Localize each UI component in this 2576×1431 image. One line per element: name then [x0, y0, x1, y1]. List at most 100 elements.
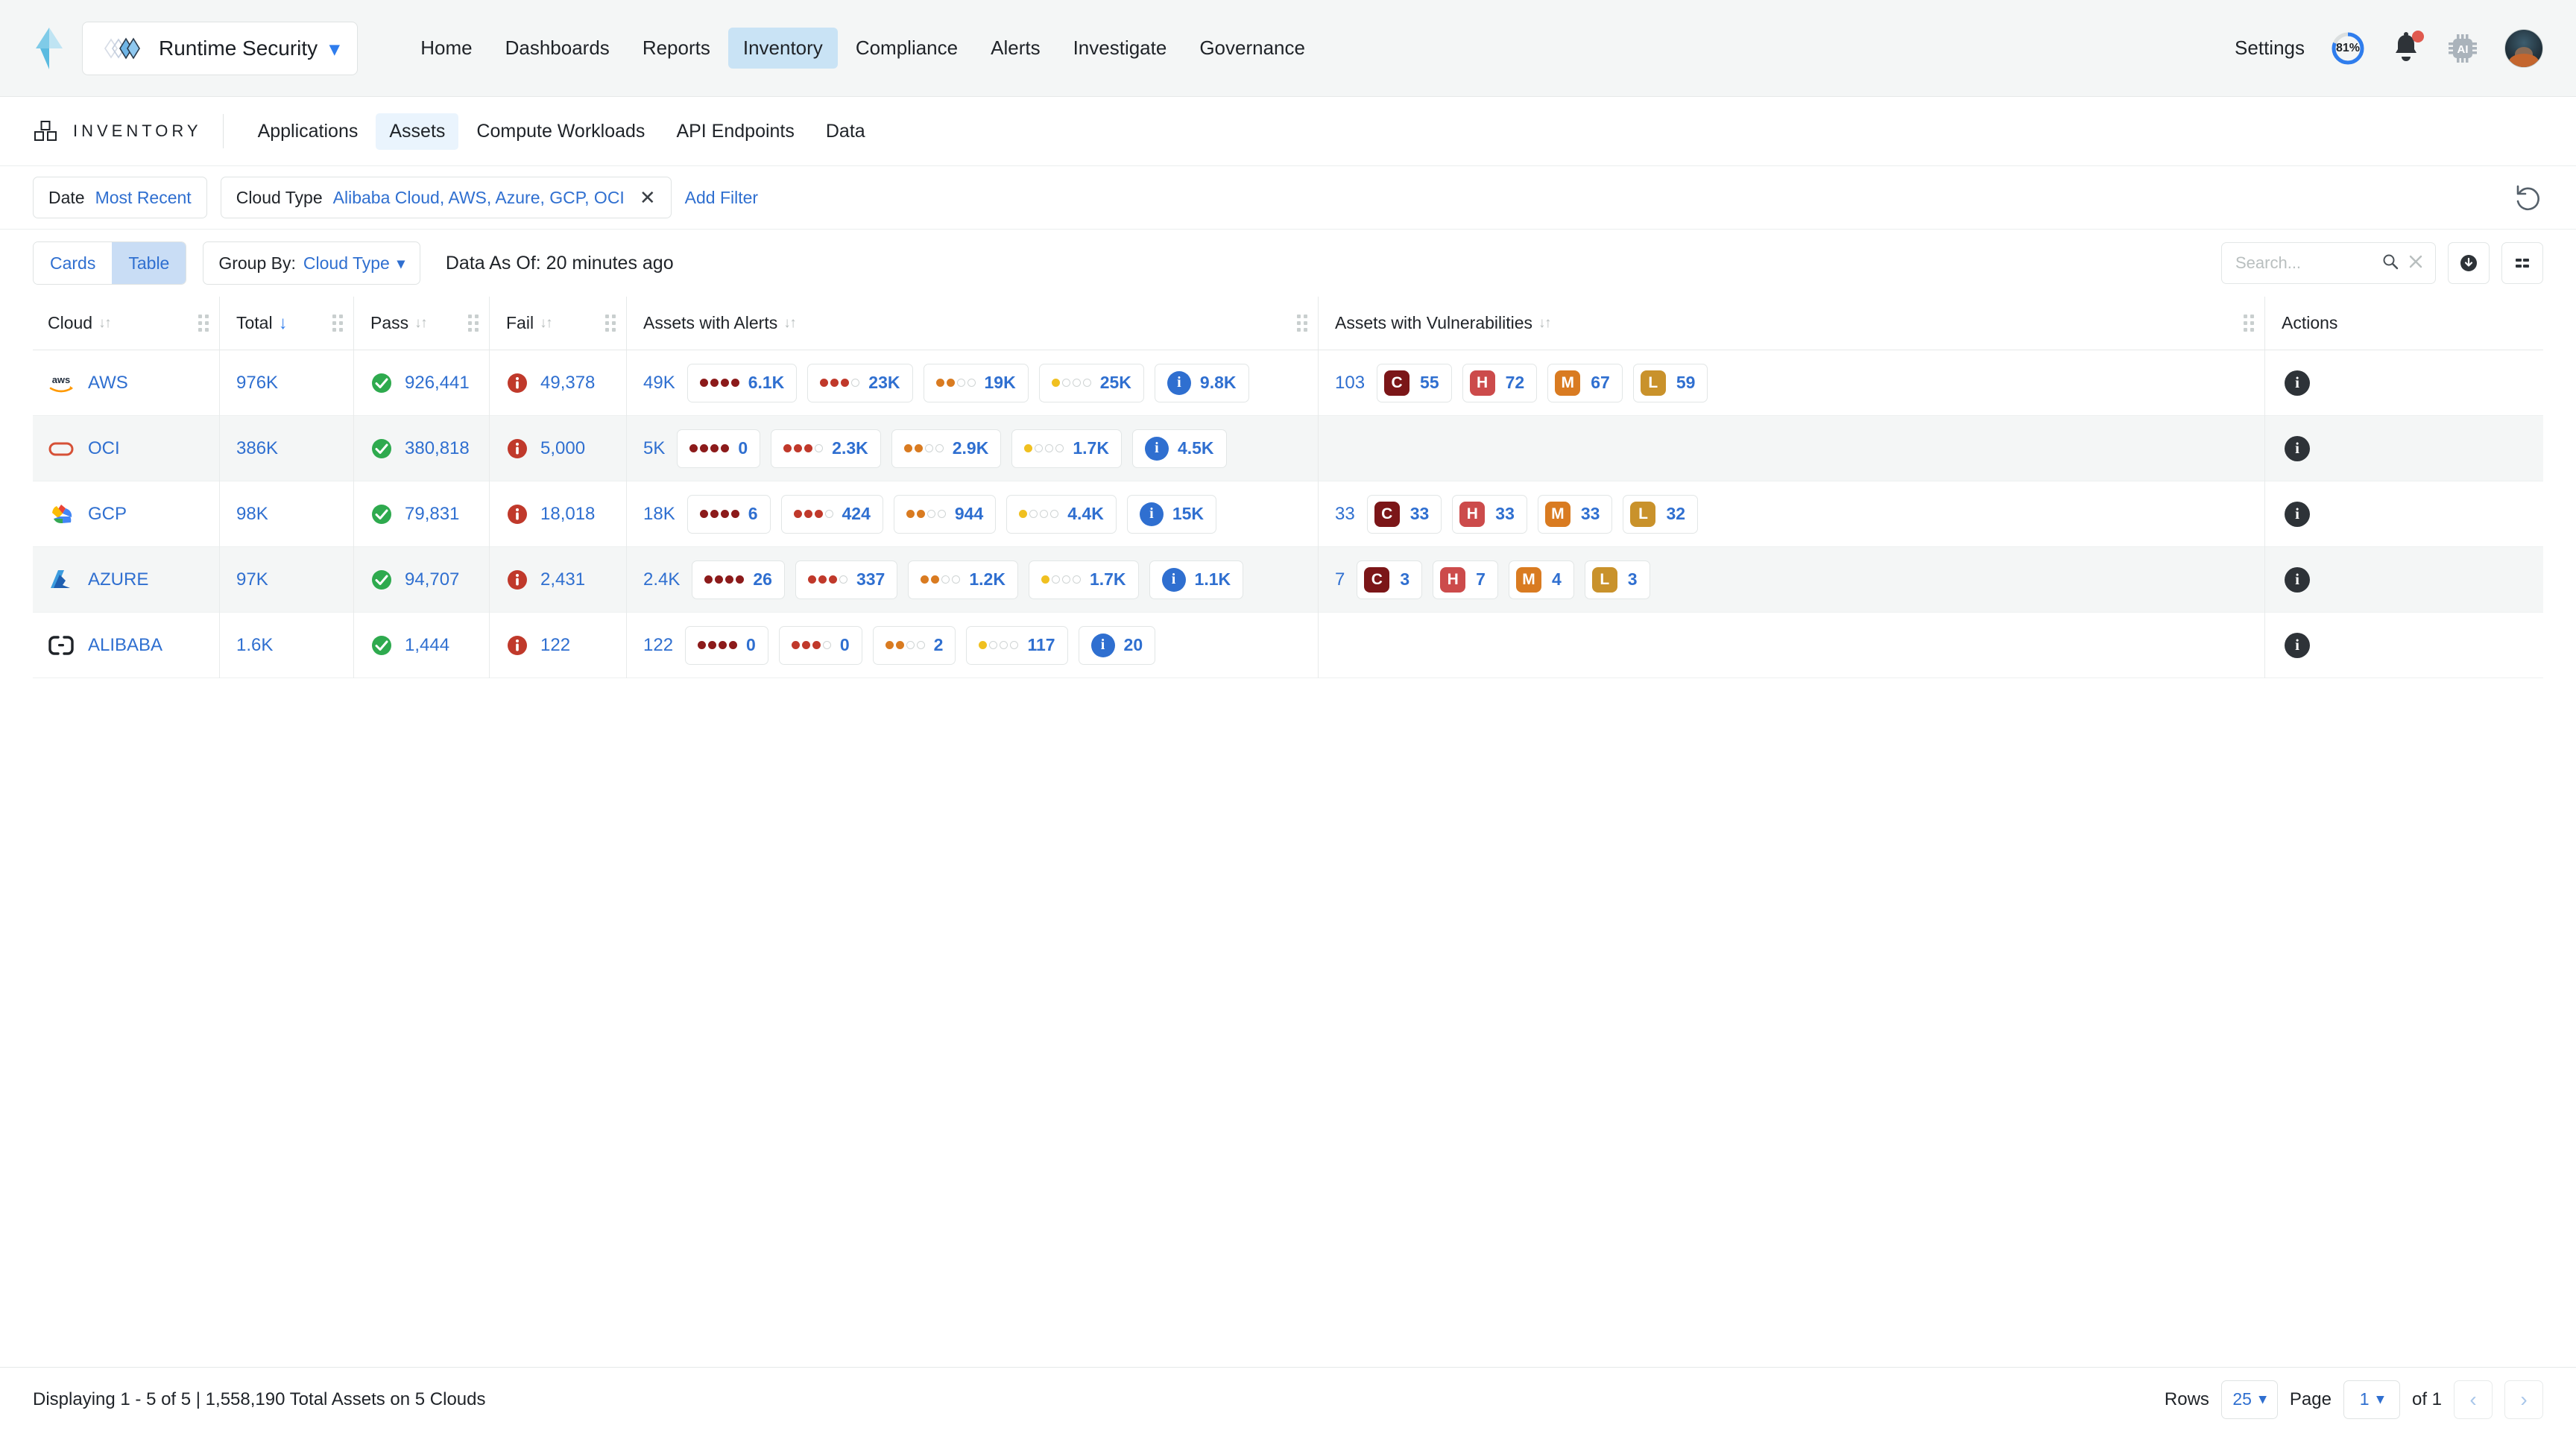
previous-page-button[interactable]: ‹	[2454, 1380, 2493, 1419]
table-row[interactable]: AZURE 97K 94,707 2,431 2.4K 26 337 1.2K 1.7K i 1.1…	[33, 546, 2543, 613]
alert-pill-low[interactable]: 1.7K	[1028, 560, 1139, 599]
alert-pill-medium[interactable]: 2.9K	[891, 429, 1002, 468]
nav-item-inventory[interactable]: Inventory	[727, 28, 838, 69]
tab-data[interactable]: Data	[812, 113, 879, 150]
row-info-icon[interactable]: i	[2285, 566, 2310, 593]
tab-assets[interactable]: Assets	[376, 113, 459, 150]
column-header-cloud[interactable]: Cloud ↓ ↑	[33, 297, 219, 350]
chevron-down-icon[interactable]: ▾	[329, 39, 339, 58]
view-cards-button[interactable]: Cards	[34, 242, 113, 284]
column-drag-handle[interactable]	[329, 314, 346, 333]
nav-item-compliance[interactable]: Compliance	[841, 28, 973, 69]
fail-value[interactable]: 5,000	[540, 438, 585, 459]
sort-toggle-icon[interactable]: ↓ ↑	[540, 315, 553, 332]
alert-pill-critical[interactable]: 6.1K	[686, 363, 798, 402]
alerts-total[interactable]: 5K	[643, 438, 665, 459]
total-value[interactable]: 98K	[236, 504, 268, 525]
alert-pill-low[interactable]: 4.4K	[1006, 494, 1117, 534]
alert-pill-critical[interactable]: 26	[692, 560, 785, 599]
fail-value[interactable]: 2,431	[540, 569, 585, 590]
vuln-pill-h[interactable]: H 72	[1462, 363, 1538, 402]
alert-pill-high[interactable]: 23K	[807, 363, 913, 402]
fail-value[interactable]: 122	[540, 635, 570, 656]
filter-cloud-type-value[interactable]: Alibaba Cloud, AWS, Azure, GCP, OCI	[333, 188, 625, 208]
search-input[interactable]	[2235, 253, 2374, 273]
ai-assistant-icon[interactable]: AI	[2446, 32, 2479, 65]
nav-item-home[interactable]: Home	[405, 28, 487, 69]
total-value[interactable]: 976K	[236, 373, 278, 394]
pass-value[interactable]: 380,818	[405, 438, 470, 459]
alert-pill-medium[interactable]: 1.2K	[908, 560, 1018, 599]
alert-pill-medium[interactable]: 2	[872, 625, 956, 665]
nav-item-investigate[interactable]: Investigate	[1058, 28, 1182, 69]
row-info-icon[interactable]: i	[2285, 501, 2310, 527]
add-filter-button[interactable]: Add Filter	[685, 188, 758, 208]
vuln-pill-h[interactable]: H 33	[1452, 494, 1527, 534]
alerts-total[interactable]: 2.4K	[643, 569, 680, 590]
total-value[interactable]: 1.6K	[236, 635, 273, 656]
alert-pill-critical[interactable]: 0	[685, 625, 768, 665]
tenant-selector[interactable]: Runtime Security ▾	[82, 21, 359, 75]
table-row[interactable]: OCI 386K 380,818 5,000 5K 0 2.3K 2.9K 1.7K i 4.5K i	[33, 415, 2543, 481]
download-button[interactable]	[2448, 242, 2490, 284]
sort-toggle-icon[interactable]: ↓ ↑	[414, 315, 428, 332]
row-info-icon[interactable]: i	[2285, 435, 2310, 461]
sort-desc-icon[interactable]: ↓	[279, 314, 292, 332]
alert-pill-medium[interactable]: 19K	[923, 363, 1029, 402]
alert-pill-info[interactable]: i 15K	[1126, 494, 1217, 534]
pass-value[interactable]: 926,441	[405, 373, 470, 394]
view-table-button[interactable]: Table	[112, 242, 186, 284]
vuln-pill-c[interactable]: C 55	[1377, 363, 1452, 402]
sort-toggle-icon[interactable]: ↓ ↑	[783, 315, 797, 332]
column-drag-handle[interactable]	[602, 314, 619, 333]
total-value[interactable]: 97K	[236, 569, 268, 590]
table-row[interactable]: GCP 98K 79,831 18,018 18K 6 424 944 4.4K i 15K 33 C 3…	[33, 481, 2543, 547]
column-settings-button[interactable]	[2501, 242, 2543, 284]
fail-value[interactable]: 49,378	[540, 373, 595, 394]
alert-pill-info[interactable]: i 20	[1078, 625, 1156, 665]
alerts-total[interactable]: 122	[643, 635, 673, 656]
alert-pill-low[interactable]: 25K	[1038, 363, 1144, 402]
column-header-total[interactable]: Total ↓	[219, 296, 353, 350]
alert-pill-high[interactable]: 0	[778, 625, 862, 665]
cloud-name-link[interactable]: AWS	[88, 373, 128, 394]
alert-pill-medium[interactable]: 944	[893, 494, 997, 534]
vuln-pill-m[interactable]: M 67	[1547, 363, 1623, 402]
filter-cloud-type[interactable]: Cloud Type Alibaba Cloud, AWS, Azure, GC…	[220, 177, 672, 218]
rows-per-page-select[interactable]: 25 ▾	[2220, 1380, 2278, 1419]
alert-pill-info[interactable]: i 9.8K	[1154, 363, 1249, 402]
alert-pill-high[interactable]: 2.3K	[771, 429, 881, 468]
clear-search-icon[interactable]	[2407, 253, 2425, 274]
column-header-alerts[interactable]: Assets with Alerts ↓ ↑	[626, 296, 1318, 350]
column-header-fail[interactable]: Fail ↓ ↑	[489, 296, 626, 350]
table-row[interactable]: ALIBABA 1.6K 1,444 122 122 0 0 2 117 i 20 i	[33, 612, 2543, 678]
alert-pill-info[interactable]: i 4.5K	[1131, 429, 1227, 468]
close-icon[interactable]: ✕	[640, 186, 656, 209]
reset-filters-icon[interactable]	[2513, 183, 2543, 212]
sort-toggle-icon[interactable]: ↓ ↑	[1538, 315, 1552, 332]
nav-item-dashboards[interactable]: Dashboards	[490, 28, 625, 69]
cloud-name-link[interactable]: OCI	[88, 438, 120, 459]
vuln-pill-l[interactable]: L 32	[1623, 494, 1699, 534]
vulns-total[interactable]: 33	[1335, 504, 1355, 525]
sort-toggle-icon[interactable]: ↓ ↑	[98, 315, 112, 332]
next-page-button[interactable]: ›	[2504, 1380, 2543, 1419]
search-icon[interactable]	[2381, 253, 2399, 274]
filter-date[interactable]: Date Most Recent	[33, 177, 207, 218]
alert-pill-low[interactable]: 117	[966, 625, 1068, 665]
nav-item-reports[interactable]: Reports	[628, 28, 725, 69]
vuln-pill-l[interactable]: L3	[1584, 560, 1650, 599]
table-row[interactable]: aws AWS 976K 926,441 49,378 49K 6.1K 23K 19K 25K i…	[33, 350, 2543, 416]
column-drag-handle[interactable]	[2241, 314, 2257, 333]
alert-pill-info[interactable]: i 1.1K	[1149, 560, 1244, 599]
row-info-icon[interactable]: i	[2285, 370, 2310, 396]
settings-link[interactable]: Settings	[2235, 37, 2305, 60]
tab-api-endpoints[interactable]: API Endpoints	[663, 113, 807, 150]
page-select[interactable]: 1 ▾	[2343, 1380, 2400, 1419]
cloud-name-link[interactable]: AZURE	[88, 569, 148, 590]
vulns-total[interactable]: 7	[1335, 569, 1345, 590]
column-drag-handle[interactable]	[1294, 314, 1310, 333]
column-drag-handle[interactable]	[195, 314, 212, 333]
column-header-pass[interactable]: Pass ↓ ↑	[353, 296, 489, 350]
user-avatar[interactable]	[2504, 28, 2543, 68]
